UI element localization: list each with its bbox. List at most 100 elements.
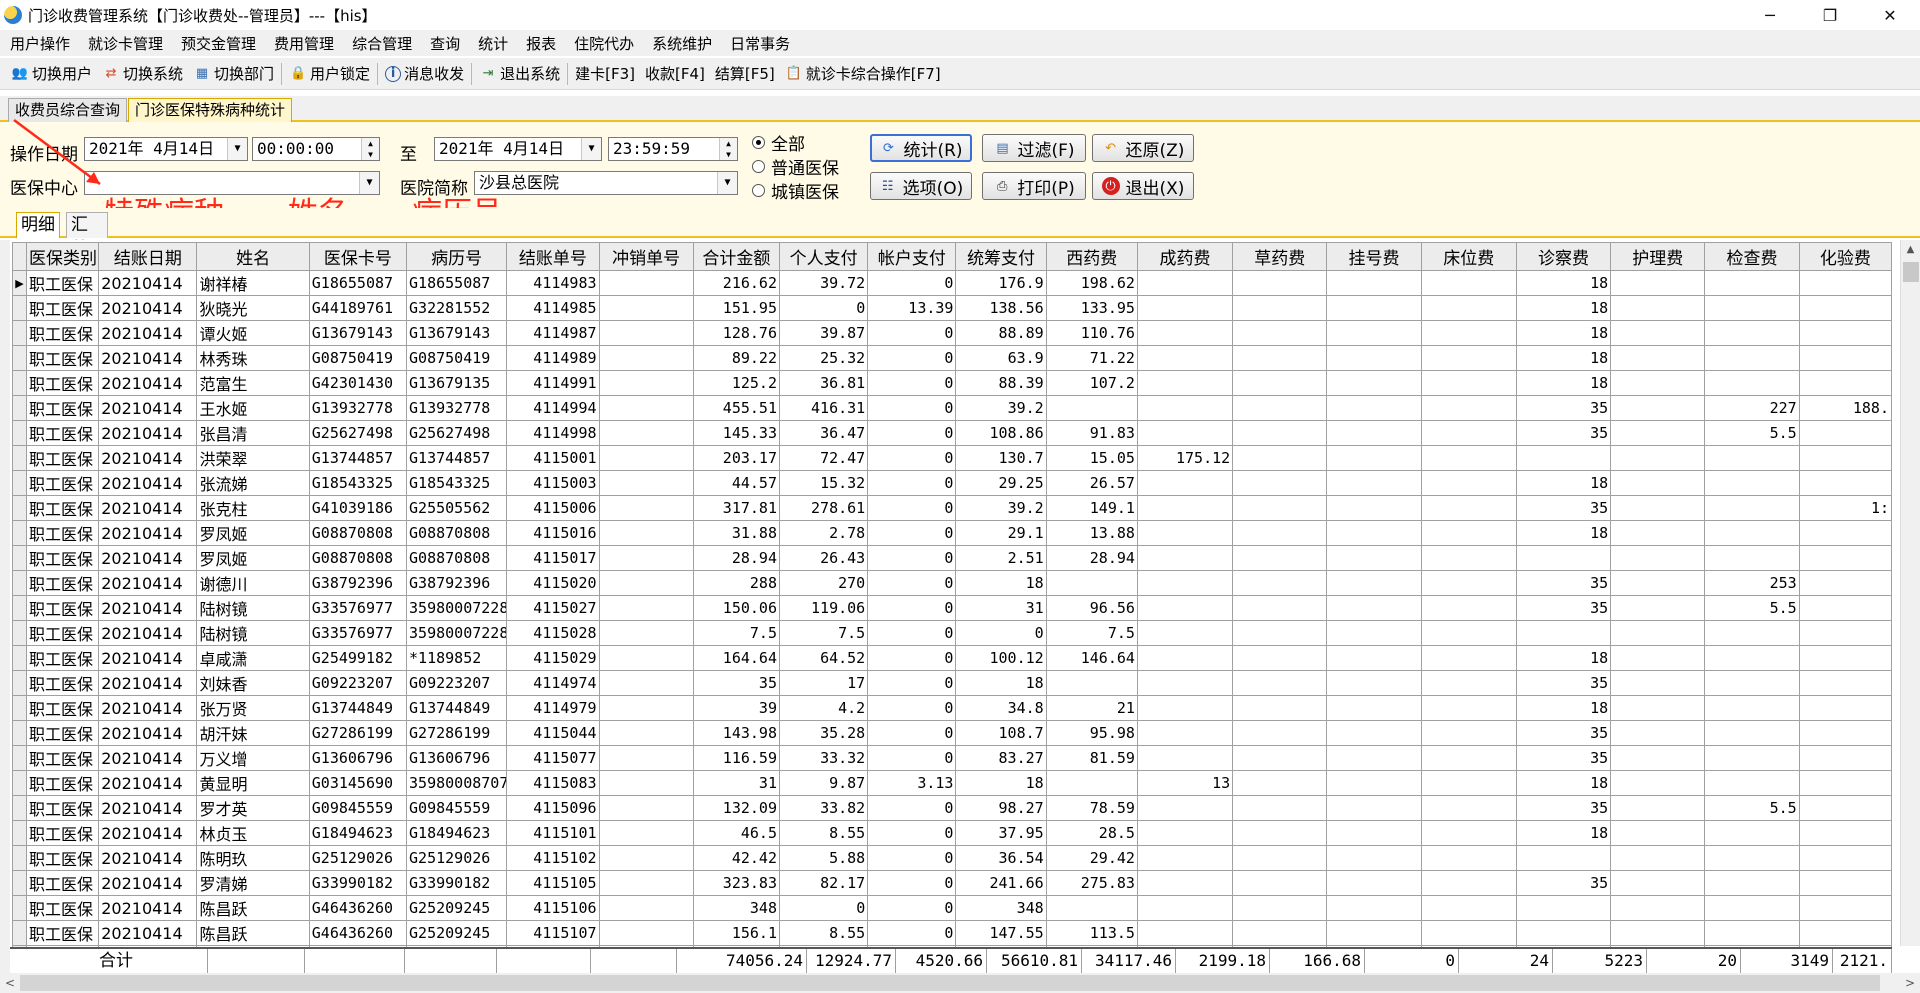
table-cell[interactable]: G13606796	[406, 745, 508, 771]
table-cell[interactable]: 罗凤姬	[196, 545, 310, 571]
table-cell[interactable]: G25209245	[406, 920, 508, 946]
table-cell[interactable]	[1232, 495, 1328, 521]
column-header[interactable]: 床位费	[1420, 242, 1517, 271]
table-cell[interactable]: 95.98	[1045, 720, 1138, 746]
table-cell[interactable]	[1232, 445, 1328, 471]
table-cell[interactable]: 4115016	[506, 520, 600, 546]
table-cell[interactable]: 5.5	[1704, 595, 1800, 621]
table-cell[interactable]	[1420, 470, 1517, 496]
table-cell[interactable]: 洪荣翠	[196, 445, 310, 471]
table-cell[interactable]: 146.64	[1045, 645, 1138, 671]
table-row[interactable]: 职工医保 20210414 罗才英 G09845559 G09845559 4115096…	[11, 795, 1893, 821]
table-cell[interactable]: 职工医保	[26, 495, 100, 521]
table-cell[interactable]	[1326, 595, 1422, 621]
table-cell[interactable]: 7.5	[778, 620, 869, 646]
table-cell[interactable]: 20210414	[98, 795, 198, 821]
table-cell[interactable]: G09223207	[308, 670, 408, 696]
row-indicator[interactable]	[11, 870, 28, 896]
table-cell[interactable]: 5.88	[778, 845, 869, 871]
table-cell[interactable]	[1326, 570, 1422, 596]
minimize-button[interactable]: ─	[1740, 0, 1800, 30]
table-row[interactable]: 职工医保 20210414 刘妹香 G09223207 G09223207 4114974…	[11, 670, 1893, 696]
table-cell[interactable]: 149.1	[1045, 495, 1138, 521]
table-cell[interactable]	[1704, 470, 1800, 496]
table-cell[interactable]: 91.83	[1045, 420, 1138, 446]
table-cell[interactable]: G08870808	[406, 520, 508, 546]
table-cell[interactable]: 96.56	[1045, 595, 1138, 621]
table-cell[interactable]: 175.12	[1136, 445, 1234, 471]
table-cell[interactable]	[1420, 820, 1517, 846]
table-cell[interactable]: 0	[867, 695, 957, 721]
table-cell[interactable]	[1326, 695, 1422, 721]
row-indicator[interactable]	[11, 395, 28, 421]
table-cell[interactable]: 罗凤姬	[196, 520, 310, 546]
table-cell[interactable]: 164.64	[692, 645, 780, 671]
table-cell[interactable]: 4114985	[506, 295, 600, 321]
table-cell[interactable]: 150.06	[692, 595, 780, 621]
column-header[interactable]: 诊察费	[1515, 242, 1612, 271]
table-cell[interactable]	[598, 420, 694, 446]
switch-system-button[interactable]: ⇄ 切换系统	[97, 61, 188, 87]
table-cell[interactable]: 0	[867, 670, 957, 696]
table-cell[interactable]	[1232, 545, 1328, 571]
table-cell[interactable]: 39.87	[778, 320, 869, 346]
table-cell[interactable]	[1326, 445, 1422, 471]
column-header[interactable]: 医保卡号	[308, 242, 408, 271]
table-cell[interactable]: *1189852	[406, 645, 508, 671]
table-cell[interactable]	[598, 295, 694, 321]
row-indicator[interactable]	[11, 895, 28, 921]
table-cell[interactable]	[1232, 595, 1328, 621]
table-cell[interactable]: 20210414	[98, 520, 198, 546]
date-to-picker[interactable]: 2021年 4月14日 ▼	[434, 137, 602, 161]
table-cell[interactable]: 4115003	[506, 470, 600, 496]
table-cell[interactable]: G18494623	[308, 820, 408, 846]
table-cell[interactable]: 416.31	[778, 395, 869, 421]
table-cell[interactable]: 卓咸潇	[196, 645, 310, 671]
table-cell[interactable]	[1326, 545, 1422, 571]
table-cell[interactable]: 35980007228	[406, 595, 508, 621]
table-cell[interactable]	[1610, 745, 1706, 771]
table-cell[interactable]	[1136, 595, 1234, 621]
menu-reports[interactable]: 报表	[520, 33, 562, 54]
table-cell[interactable]: 张昌清	[196, 420, 310, 446]
table-cell[interactable]	[1798, 270, 1893, 296]
table-cell[interactable]: 18	[1515, 370, 1612, 396]
table-cell[interactable]	[1515, 620, 1612, 646]
table-cell[interactable]: 职工医保	[26, 620, 100, 646]
table-cell[interactable]	[1045, 395, 1138, 421]
table-cell[interactable]	[1798, 320, 1893, 346]
table-cell[interactable]	[1232, 370, 1328, 396]
table-cell[interactable]: G08750419	[406, 345, 508, 371]
table-cell[interactable]: 18	[1515, 295, 1612, 321]
scroll-right-icon[interactable]: >	[1900, 973, 1920, 993]
table-cell[interactable]	[598, 795, 694, 821]
table-cell[interactable]	[598, 495, 694, 521]
table-cell[interactable]: 20210414	[98, 920, 198, 946]
table-cell[interactable]	[1798, 470, 1893, 496]
radio-normal-insurance[interactable]: 普通医保	[752, 154, 839, 179]
table-cell[interactable]: 20210414	[98, 870, 198, 896]
table-cell[interactable]: 职工医保	[26, 570, 100, 596]
collect-payment-button[interactable]: 收款[F4]	[640, 61, 710, 87]
table-cell[interactable]: G18543325	[406, 470, 508, 496]
table-cell[interactable]	[1136, 470, 1234, 496]
table-cell[interactable]: 138.56	[955, 295, 1047, 321]
table-cell[interactable]: 陈昌跃	[196, 920, 310, 946]
table-cell[interactable]: 28.94	[692, 545, 780, 571]
table-cell[interactable]	[1515, 545, 1612, 571]
scroll-thumb[interactable]	[20, 975, 1880, 991]
table-cell[interactable]: 0	[867, 545, 957, 571]
table-cell[interactable]: G09223207	[406, 670, 508, 696]
table-row[interactable]: 职工医保 20210414 陆树镜 G33576977 35980007228 41150…	[11, 620, 1893, 646]
table-cell[interactable]: 职工医保	[26, 795, 100, 821]
table-cell[interactable]	[1610, 845, 1706, 871]
table-cell[interactable]	[1420, 845, 1517, 871]
table-cell[interactable]: 21	[1045, 695, 1138, 721]
table-cell[interactable]	[1798, 770, 1893, 796]
table-cell[interactable]: 0	[867, 345, 957, 371]
table-cell[interactable]	[1610, 570, 1706, 596]
table-cell[interactable]	[1420, 345, 1517, 371]
table-cell[interactable]	[1045, 770, 1138, 796]
table-cell[interactable]: 35	[1515, 595, 1612, 621]
table-cell[interactable]: 4115107	[506, 920, 600, 946]
